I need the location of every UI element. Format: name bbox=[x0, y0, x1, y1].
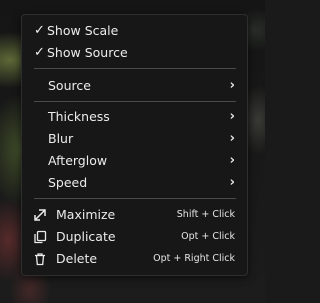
menu-item-thickness[interactable]: Thickness › bbox=[22, 106, 247, 128]
chevron-right-icon: › bbox=[229, 109, 235, 124]
menu-item-blur[interactable]: Blur › bbox=[22, 128, 247, 150]
menu-item-label: Show Source bbox=[47, 45, 128, 60]
menu-item-label: Duplicate bbox=[56, 229, 116, 244]
chevron-right-icon: › bbox=[229, 131, 235, 146]
menu-item-label: Thickness bbox=[48, 109, 110, 124]
menu-item-label: Maximize bbox=[56, 207, 116, 222]
menu-item-speed[interactable]: Speed › bbox=[22, 172, 247, 194]
menu-item-afterglow[interactable]: Afterglow › bbox=[22, 150, 247, 172]
menu-item-show-source[interactable]: ✓ Show Source bbox=[22, 42, 247, 64]
shortcut-hint: Opt + Click bbox=[181, 231, 235, 242]
maximize-arrow-icon bbox=[34, 209, 46, 221]
menu-item-label: Source bbox=[48, 78, 91, 93]
menu-separator bbox=[34, 198, 236, 199]
chevron-right-icon: › bbox=[229, 78, 235, 93]
context-menu: ✓ Show Scale ✓ Show Source Source › Thic… bbox=[21, 14, 248, 276]
shortcut-hint: Opt + Right Click bbox=[153, 253, 235, 264]
duplicate-icon bbox=[34, 230, 47, 244]
menu-item-label: Speed bbox=[48, 175, 88, 190]
menu-item-label: Blur bbox=[48, 131, 74, 146]
chevron-right-icon: › bbox=[229, 153, 235, 168]
menu-item-source[interactable]: Source › bbox=[22, 75, 247, 97]
shortcut-hint: Shift + Click bbox=[176, 209, 235, 220]
menu-item-maximize[interactable]: Maximize Shift + Click bbox=[22, 204, 247, 226]
menu-item-label: Afterglow bbox=[48, 153, 108, 168]
chevron-right-icon: › bbox=[229, 175, 235, 190]
menu-item-show-scale[interactable]: ✓ Show Scale bbox=[22, 20, 247, 42]
menu-separator bbox=[34, 68, 236, 69]
checkmark-icon: ✓ bbox=[34, 45, 45, 60]
menu-item-label: Show Scale bbox=[47, 23, 119, 38]
trash-icon bbox=[35, 253, 45, 266]
menu-separator bbox=[34, 101, 236, 102]
menu-item-duplicate[interactable]: Duplicate Opt + Click bbox=[22, 226, 247, 248]
checkmark-icon: ✓ bbox=[34, 23, 45, 38]
menu-item-delete[interactable]: Delete Opt + Right Click bbox=[22, 248, 247, 270]
menu-item-label: Delete bbox=[56, 251, 98, 266]
